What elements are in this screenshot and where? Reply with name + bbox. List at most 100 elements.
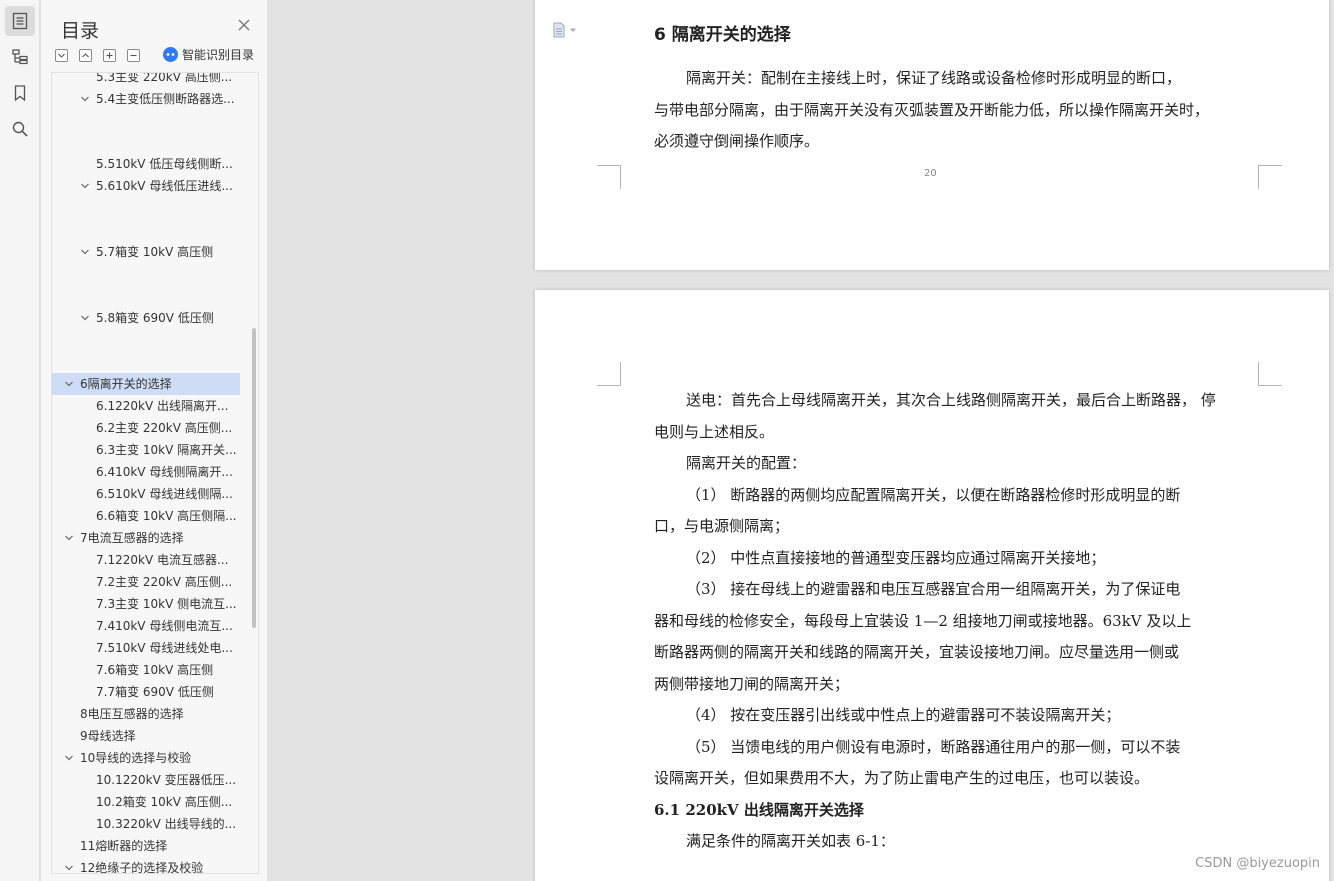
- toc-item-label: 6.3主变 10kV 隔离开关...: [96, 443, 237, 457]
- toc-item-label: 7.6箱变 10kV 高压侧: [96, 663, 214, 677]
- toc-item[interactable]: 7.2主变 220kV 高压侧...: [52, 571, 240, 593]
- toc-item[interactable]: 9母线选择: [52, 725, 240, 747]
- toc-item[interactable]: 5.7箱变 10kV 高压侧: [52, 241, 240, 263]
- toc-item[interactable]: 5.510kV 低压母线侧断...: [52, 153, 240, 175]
- toc-item[interactable]: 7.1220kV 电流互感器...: [52, 549, 240, 571]
- toc-item-label: 7.1220kV 电流互感器...: [96, 553, 229, 567]
- caret-down-icon: [570, 28, 576, 32]
- margin-mark: [597, 362, 621, 386]
- document-icon: [553, 22, 565, 38]
- toc-item[interactable]: 5.3主变 220kV 高压侧...: [52, 72, 240, 88]
- toc-item-label: 6.2主变 220kV 高压侧...: [96, 421, 233, 435]
- document-page: 送电：首先合上母线隔离开关，其次合上线路侧隔离开关，最后合上断路器， 停 电则与…: [535, 290, 1329, 881]
- toc-item-label: 6隔离开关的选择: [80, 377, 172, 391]
- toc-item-label: 10.3220kV 出线导线的...: [96, 817, 237, 831]
- paragraph-line: （2） 中性点直接接地的普通型变压器均应通过隔离开关接地；: [686, 549, 1106, 567]
- toc-item[interactable]: 5.4主变低压侧断路器选...: [52, 88, 240, 110]
- toc-icon[interactable]: [5, 6, 35, 36]
- chevron-down-icon[interactable]: [80, 94, 90, 104]
- margin-mark: [1258, 362, 1282, 386]
- toc-item[interactable]: 10.1220kV 变压器低压...: [52, 769, 240, 791]
- outline-icon[interactable]: [5, 42, 35, 72]
- chevron-down-icon[interactable]: [64, 863, 74, 873]
- toc-item[interactable]: 6.510kV 母线进线侧隔...: [52, 483, 240, 505]
- chevron-down-icon[interactable]: [80, 313, 90, 323]
- toc-item-label: 8电压互感器的选择: [80, 707, 184, 721]
- page-options-button[interactable]: [552, 22, 577, 38]
- toc-item[interactable]: 7.6箱变 10kV 高压侧: [52, 659, 240, 681]
- search-icon[interactable]: [5, 114, 35, 144]
- paragraph-line: 设隔离开关，但如果费用不大，为了防止雷电产生的过电压，也可以装设。: [654, 769, 1150, 787]
- toc-item[interactable]: 10导线的选择与校验: [52, 747, 240, 769]
- document-page: 6 隔离开关的选择 隔离开关：配制在主接线上时，保证了线路或设备检修时形成明显的…: [535, 0, 1329, 270]
- toc-item-label: 6.410kV 母线侧隔离开...: [96, 465, 233, 479]
- smart-recognize-button[interactable]: 智能识别目录: [163, 46, 254, 63]
- subsection-heading: 6.1 220kV 出线隔离开关选择: [654, 801, 864, 819]
- bookmark-icon[interactable]: [5, 78, 35, 108]
- close-icon[interactable]: [237, 18, 251, 32]
- toc-item[interactable]: 6.410kV 母线侧隔离开...: [52, 461, 240, 483]
- paragraph-line: 断路器两侧的隔离开关和线路的隔离开关，宜装设接地刀闸。应尽量选用一侧或: [654, 643, 1180, 661]
- toc-item-label: 6.6箱变 10kV 高压侧隔...: [96, 509, 237, 523]
- watermark: CSDN @biyezuopin: [1195, 856, 1320, 871]
- toc-item[interactable]: 6.6箱变 10kV 高压侧隔...: [52, 505, 240, 527]
- toc-item-label: 10.2箱变 10kV 高压侧...: [96, 795, 233, 809]
- toc-panel: 目录 智能识别目录 5.3主变 220kV 高压侧... 5.4主变低压侧断路器…: [41, 0, 268, 881]
- toc-item[interactable]: 7.410kV 母线侧电流互...: [52, 615, 240, 637]
- paragraph-line: 两侧带接地刀闸的隔离开关；: [654, 675, 850, 693]
- paragraph-line: 满足条件的隔离开关如表 6-1：: [686, 832, 895, 850]
- chevron-down-icon[interactable]: [80, 247, 90, 257]
- paragraph-line: 隔离开关的配置：: [686, 454, 807, 472]
- toc-scrollbar[interactable]: [252, 328, 256, 628]
- toc-item[interactable]: 10.3220kV 出线导线的...: [52, 813, 240, 835]
- toc-item-label: 10导线的选择与校验: [80, 751, 192, 765]
- toc-item-label: 5.7箱变 10kV 高压侧: [96, 245, 214, 259]
- toc-item-label: 5.610kV 母线低压进线...: [96, 179, 233, 193]
- toc-item[interactable]: 7.510kV 母线进线处电...: [52, 637, 240, 659]
- toc-item[interactable]: 8电压互感器的选择: [52, 703, 240, 725]
- toc-item-label: 9母线选择: [80, 729, 136, 743]
- plus-icon[interactable]: [103, 48, 116, 62]
- toc-item[interactable]: 7.7箱变 690V 低压侧: [52, 681, 240, 703]
- collapse-up-icon[interactable]: [79, 48, 92, 62]
- toc-item[interactable]: 10.2箱变 10kV 高压侧...: [52, 791, 240, 813]
- toc-item[interactable]: 6.1220kV 出线隔离开...: [52, 395, 240, 417]
- page-number: 20: [924, 168, 937, 179]
- toc-item-label: 5.3主变 220kV 高压侧...: [96, 72, 233, 84]
- toc-item[interactable]: 7.3主变 10kV 侧电流互...: [52, 593, 240, 615]
- paragraph-line: 送电：首先合上母线隔离开关，其次合上线路侧隔离开关，最后合上断路器， 停: [686, 391, 1216, 409]
- chevron-down-icon[interactable]: [64, 379, 74, 389]
- paragraph-line: 器和母线的检修安全，每段母上宜装设 1—2 组接地刀闸或接地器。63kV 及以上: [654, 612, 1192, 630]
- minus-icon[interactable]: [127, 48, 140, 62]
- toc-item[interactable]: 5.610kV 母线低压进线...: [52, 175, 240, 197]
- paragraph-line: （1） 断路器的两侧均应配置隔离开关，以便在断路器检修时形成明显的断: [686, 486, 1181, 504]
- paragraph-line: 隔离开关：配制在主接线上时，保证了线路或设备检修时形成明显的断口，: [686, 69, 1182, 87]
- toc-item-label: 5.510kV 低压母线侧断...: [96, 157, 233, 171]
- chevron-down-icon[interactable]: [64, 753, 74, 763]
- toc-item-selected[interactable]: 6隔离开关的选择: [52, 373, 240, 395]
- paragraph-line: 与带电部分隔离，由于隔离开关没有灭弧装置及开断能力低，所以操作隔离开关时，: [654, 101, 1210, 119]
- section-heading: 6 隔离开关的选择: [654, 25, 791, 45]
- toc-item-label: 7.7箱变 690V 低压侧: [96, 685, 214, 699]
- toc-item[interactable]: 11熔断器的选择: [52, 835, 240, 857]
- paragraph-line: （3） 接在母线上的避雷器和电压互感器宜合用一组隔离开关，为了保证电: [686, 580, 1181, 598]
- paragraph-line: 必须遵守倒闸操作顺序。: [654, 132, 820, 150]
- toc-item-label: 7.510kV 母线进线处电...: [96, 641, 233, 655]
- chevron-down-icon[interactable]: [80, 181, 90, 191]
- toc-toolbar: [55, 46, 151, 64]
- toc-item-label: 6.510kV 母线进线侧隔...: [96, 487, 233, 501]
- expand-down-icon[interactable]: [55, 48, 68, 62]
- toc-item-label: 5.4主变低压侧断路器选...: [96, 92, 235, 106]
- toc-item-label: 7.410kV 母线侧电流互...: [96, 619, 233, 633]
- toc-item[interactable]: 7电流互感器的选择: [52, 527, 240, 549]
- margin-mark: [1258, 165, 1282, 189]
- chevron-down-icon[interactable]: [64, 533, 74, 543]
- paragraph-line: （5） 当馈电线的用户侧设有电源时，断路器通往用户的那一侧，可以不装: [686, 738, 1181, 756]
- toc-item[interactable]: 5.8箱变 690V 低压侧: [52, 307, 240, 329]
- toc-item[interactable]: 6.2主变 220kV 高压侧...: [52, 417, 240, 439]
- toc-item-label: 7.3主变 10kV 侧电流互...: [96, 597, 237, 611]
- toc-item[interactable]: 6.3主变 10kV 隔离开关...: [52, 439, 240, 461]
- toc-title: 目录: [61, 20, 100, 42]
- toc-item-label: 11熔断器的选择: [80, 839, 168, 853]
- toc-item[interactable]: 12绝缘子的选择及校验: [52, 857, 240, 873]
